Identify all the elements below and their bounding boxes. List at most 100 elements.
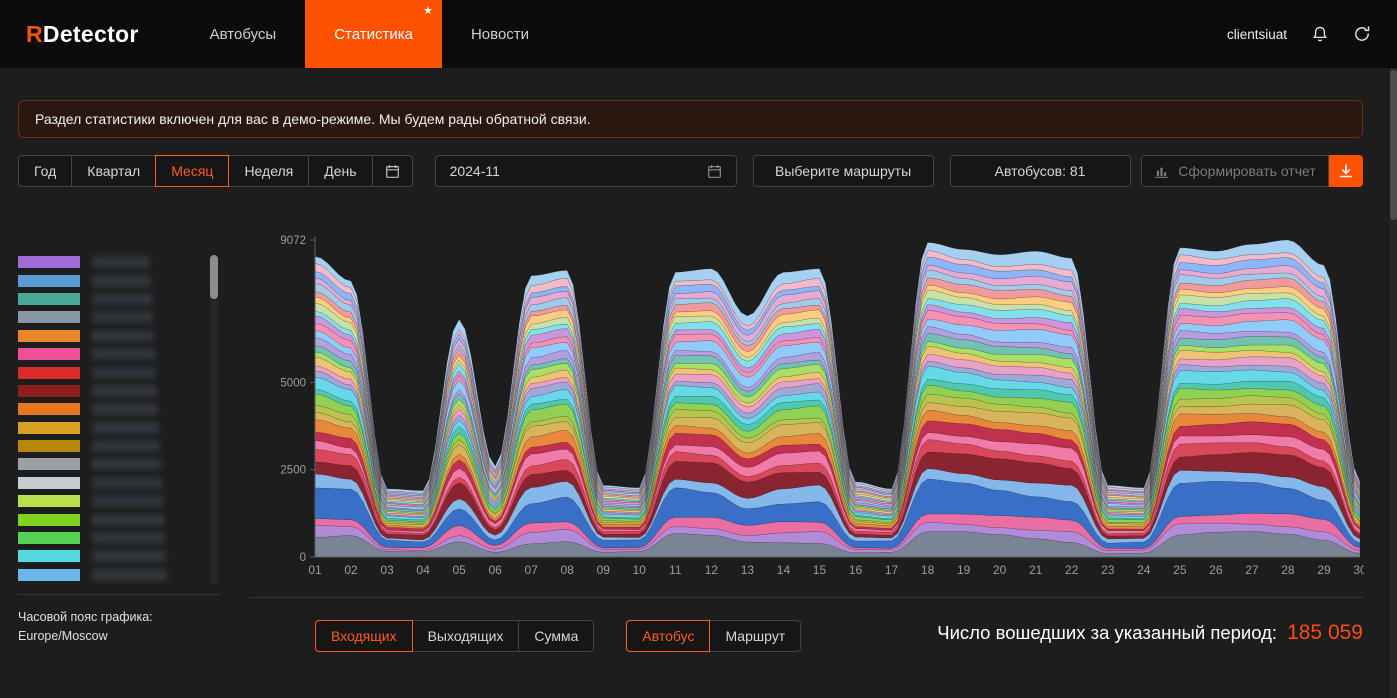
x-axis-label: 23 — [1101, 563, 1115, 577]
legend-item[interactable] — [18, 253, 218, 271]
x-axis-label: 02 — [344, 563, 358, 577]
bell-icon[interactable] — [1311, 25, 1329, 43]
direction-incoming-button[interactable]: Входящих — [315, 620, 413, 652]
download-button[interactable] — [1329, 155, 1363, 187]
legend-item[interactable] — [18, 400, 218, 418]
toolbar: Год Квартал Месяц Неделя День 2024-11 Выбери… — [18, 155, 1363, 187]
generate-report-button[interactable]: Сформировать отчет — [1141, 155, 1329, 187]
page-scrollbar[interactable] — [1390, 0, 1397, 698]
legend-scrollbar-thumb[interactable] — [210, 255, 218, 299]
legend-label-blurred — [92, 458, 161, 471]
x-axis-label: 15 — [813, 563, 827, 577]
period-calendar-button[interactable] — [371, 155, 413, 187]
logout-icon[interactable] — [1353, 25, 1371, 43]
select-routes-button[interactable]: Выберите маршруты — [752, 155, 934, 187]
legend-item[interactable] — [18, 547, 218, 565]
period-year-button[interactable]: Год — [18, 155, 73, 187]
timezone-value: Europe/Moscow — [18, 629, 108, 643]
x-axis-label: 22 — [1065, 563, 1079, 577]
x-axis-label: 27 — [1245, 563, 1259, 577]
period-week-button[interactable]: Неделя — [228, 155, 310, 187]
period-quarter-button[interactable]: Квартал — [71, 155, 157, 187]
x-axis-label: 04 — [416, 563, 430, 577]
legend-scrollbar[interactable] — [210, 255, 218, 585]
nav-item-news[interactable]: Новости — [442, 0, 558, 68]
header: RDetector Автобусы Статистика ★ Новости cli… — [0, 0, 1397, 68]
legend-item[interactable] — [18, 327, 218, 345]
mode-route-button[interactable]: Маршрут — [709, 620, 802, 652]
x-axis-label: 12 — [705, 563, 719, 577]
x-axis-label: 09 — [597, 563, 611, 577]
x-axis-label: 17 — [885, 563, 899, 577]
app-logo[interactable]: RDetector — [26, 21, 139, 48]
stacked-area-chart: 0 2500 5000 9072 01 02 03 04 05 06 07 08 09 10 11 12 13 1… — [280, 235, 1367, 577]
legend-color-swatch — [18, 366, 80, 379]
legend-item[interactable] — [18, 474, 218, 492]
legend-item[interactable] — [18, 290, 218, 308]
banner-text: Раздел статистики включен для вас в демо… — [35, 111, 591, 127]
legend-item[interactable] — [18, 455, 218, 473]
legend-color-swatch — [18, 532, 80, 545]
bottom-controls: Входящих Выходящих Сумма Автобус Маршрут — [315, 620, 802, 652]
mode-bus-button[interactable]: Автобус — [626, 620, 711, 652]
legend-item[interactable] — [18, 308, 218, 326]
direction-sum-button[interactable]: Сумма — [518, 620, 595, 652]
x-axis-label: 30 — [1353, 563, 1364, 577]
nav-item-buses[interactable]: Автобусы — [181, 0, 306, 68]
legend-divider — [18, 594, 220, 595]
x-axis-label: 03 — [380, 563, 394, 577]
direction-outgoing-button[interactable]: Выходящих — [411, 620, 520, 652]
legend-color-swatch — [18, 440, 80, 453]
y-axis-label: 5000 — [280, 377, 306, 389]
legend-color-swatch — [18, 568, 80, 581]
x-axis-label: 25 — [1173, 563, 1187, 577]
legend-item[interactable] — [18, 419, 218, 437]
demo-banner: Раздел статистики включен для вас в демо… — [18, 100, 1363, 138]
nav-item-statistics[interactable]: Статистика ★ — [305, 0, 442, 68]
logo-letter-r: R — [26, 20, 43, 47]
legend-item[interactable] — [18, 363, 218, 381]
legend-label-blurred — [92, 403, 158, 416]
legend-panel — [18, 253, 218, 591]
legend-color-swatch — [18, 495, 80, 508]
nav-item-label: Статистика — [334, 25, 413, 43]
legend-color-swatch — [18, 513, 80, 526]
legend-color-swatch — [18, 274, 80, 287]
legend-color-swatch — [18, 256, 80, 269]
legend-color-swatch — [18, 329, 80, 342]
date-picker[interactable]: 2024-11 — [434, 155, 737, 187]
legend-item[interactable] — [18, 510, 218, 528]
period-month-button[interactable]: Месяц — [155, 155, 230, 187]
total-label: Число вошедших за указанный период: — [937, 622, 1278, 643]
page-scrollbar-thumb[interactable] — [1390, 70, 1397, 220]
legend-color-swatch — [18, 421, 80, 434]
legend-color-swatch — [18, 384, 80, 397]
star-badge-icon: ★ — [423, 5, 433, 17]
x-axis-label: 13 — [741, 563, 755, 577]
main-nav: Автобусы Статистика ★ Новости — [181, 0, 558, 68]
legend-item[interactable] — [18, 566, 218, 584]
legend-item[interactable] — [18, 492, 218, 510]
timezone-label: Часовой пояс графика: — [18, 610, 153, 624]
legend-label-blurred — [92, 495, 163, 508]
x-axis-label: 11 — [669, 563, 682, 577]
legend-item[interactable] — [18, 529, 218, 547]
legend-label-blurred — [92, 329, 154, 342]
x-axis-label: 21 — [1029, 563, 1043, 577]
period-day-button[interactable]: День — [308, 155, 373, 187]
legend-color-swatch — [18, 292, 80, 305]
legend-item[interactable] — [18, 382, 218, 400]
legend-color-swatch — [18, 311, 80, 324]
legend-label-blurred — [92, 568, 167, 581]
period-segmented: Год Квартал Месяц Неделя День — [18, 155, 413, 187]
legend-item[interactable] — [18, 437, 218, 455]
legend-item[interactable] — [18, 271, 218, 289]
mode-segmented: Автобус Маршрут — [626, 620, 802, 652]
legend-label-blurred — [92, 256, 150, 269]
timezone-info: Часовой пояс графика: Europe/Moscow — [18, 608, 153, 646]
buses-count-button[interactable]: Автобусов: 81 — [949, 155, 1131, 187]
legend-item[interactable] — [18, 345, 218, 363]
legend-label-blurred — [92, 274, 151, 287]
username[interactable]: clientsiuat — [1227, 27, 1287, 42]
x-axis-label: 05 — [452, 563, 466, 577]
